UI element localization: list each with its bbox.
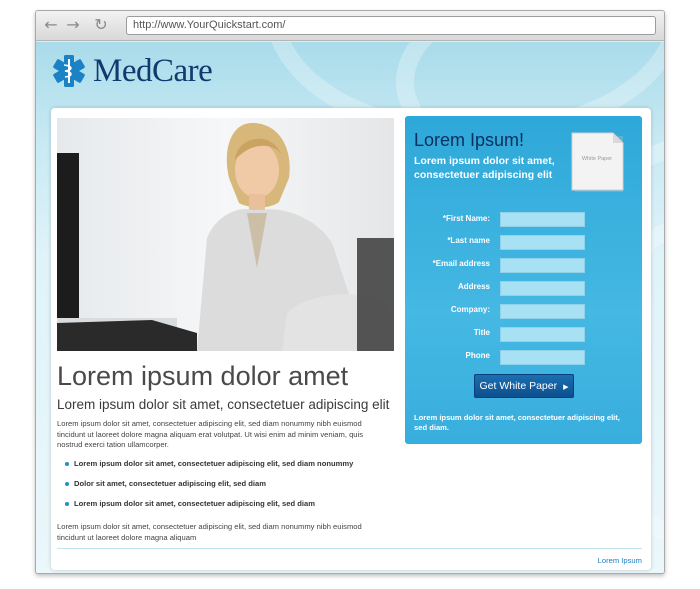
reload-icon[interactable]: ↻ [92,16,110,34]
form-note: Lorem ipsum dolor sit amet, consectetuer… [414,413,620,432]
brand-name: MedCare [93,52,213,89]
footer-divider [57,548,642,549]
lead-form: Lorem Ipsum! Lorem ipsum dolor sit amet,… [405,116,642,444]
back-arrow-icon[interactable]: ← [42,16,60,34]
hero-photo [57,118,394,351]
first-name-label: *First Name: [442,214,490,223]
intro-paragraph: Lorem ipsum dolor sit amet, consectetuer… [57,419,364,450]
address-field[interactable] [500,281,585,296]
browser-window: ← → ↻ http://www.YourQuickstart.com/ Med… [35,10,665,574]
company-label: Company: [450,305,490,314]
phone-label: Phone [465,351,490,360]
medical-star-icon [53,55,85,87]
list-item: Lorem ipsum dolor sit amet, consectetuer… [65,459,353,479]
browser-toolbar: ← → ↻ http://www.YourQuickstart.com/ [36,11,664,41]
company-field[interactable] [500,304,585,319]
email-field[interactable] [500,258,585,273]
footer-link[interactable]: Lorem Ipsum [598,556,642,565]
title-field[interactable] [500,327,585,342]
email-label: *Email address [432,259,490,268]
title-label: Title [473,328,490,337]
content-card: Lorem ipsum dolor amet Lorem ipsum dolor… [51,108,651,570]
list-item: Dolor sit amet, consectetuer adipiscing … [65,479,353,499]
outro-paragraph: Lorem ipsum dolor sit amet, consectetuer… [57,522,362,542]
submit-label: Get White Paper [479,380,558,392]
last-name-label: *Last name [447,236,490,245]
triangle-right-icon: ▶ [563,383,569,391]
last-name-field[interactable] [500,235,585,250]
form-subtitle: Lorem ipsum dolor sit amet, consectetuer… [414,155,555,181]
page-subheadline: Lorem ipsum dolor sit amet, consectetuer… [57,397,390,412]
paper-label: White Paper [582,156,612,162]
list-item: Lorem ipsum dolor sit amet, consectetuer… [65,499,353,519]
forward-arrow-icon[interactable]: → [64,16,82,34]
feature-list: Lorem ipsum dolor sit amet, consectetuer… [65,459,353,519]
first-name-field[interactable] [500,212,585,227]
white-paper-icon: White Paper [571,132,624,192]
medcare-logo[interactable]: MedCare [51,52,213,89]
businesswoman-photo [57,118,394,351]
address-bar[interactable]: http://www.YourQuickstart.com/ [126,16,656,35]
page-headline: Lorem ipsum dolor amet [57,361,349,391]
get-white-paper-button[interactable]: Get White Paper ▶ [474,374,574,398]
phone-field[interactable] [500,350,585,365]
address-label: Address [457,282,490,291]
form-title: Lorem Ipsum! [414,130,525,150]
page-background: MedCare Lorem ipsum dolor amet Lorem ips… [36,42,664,573]
